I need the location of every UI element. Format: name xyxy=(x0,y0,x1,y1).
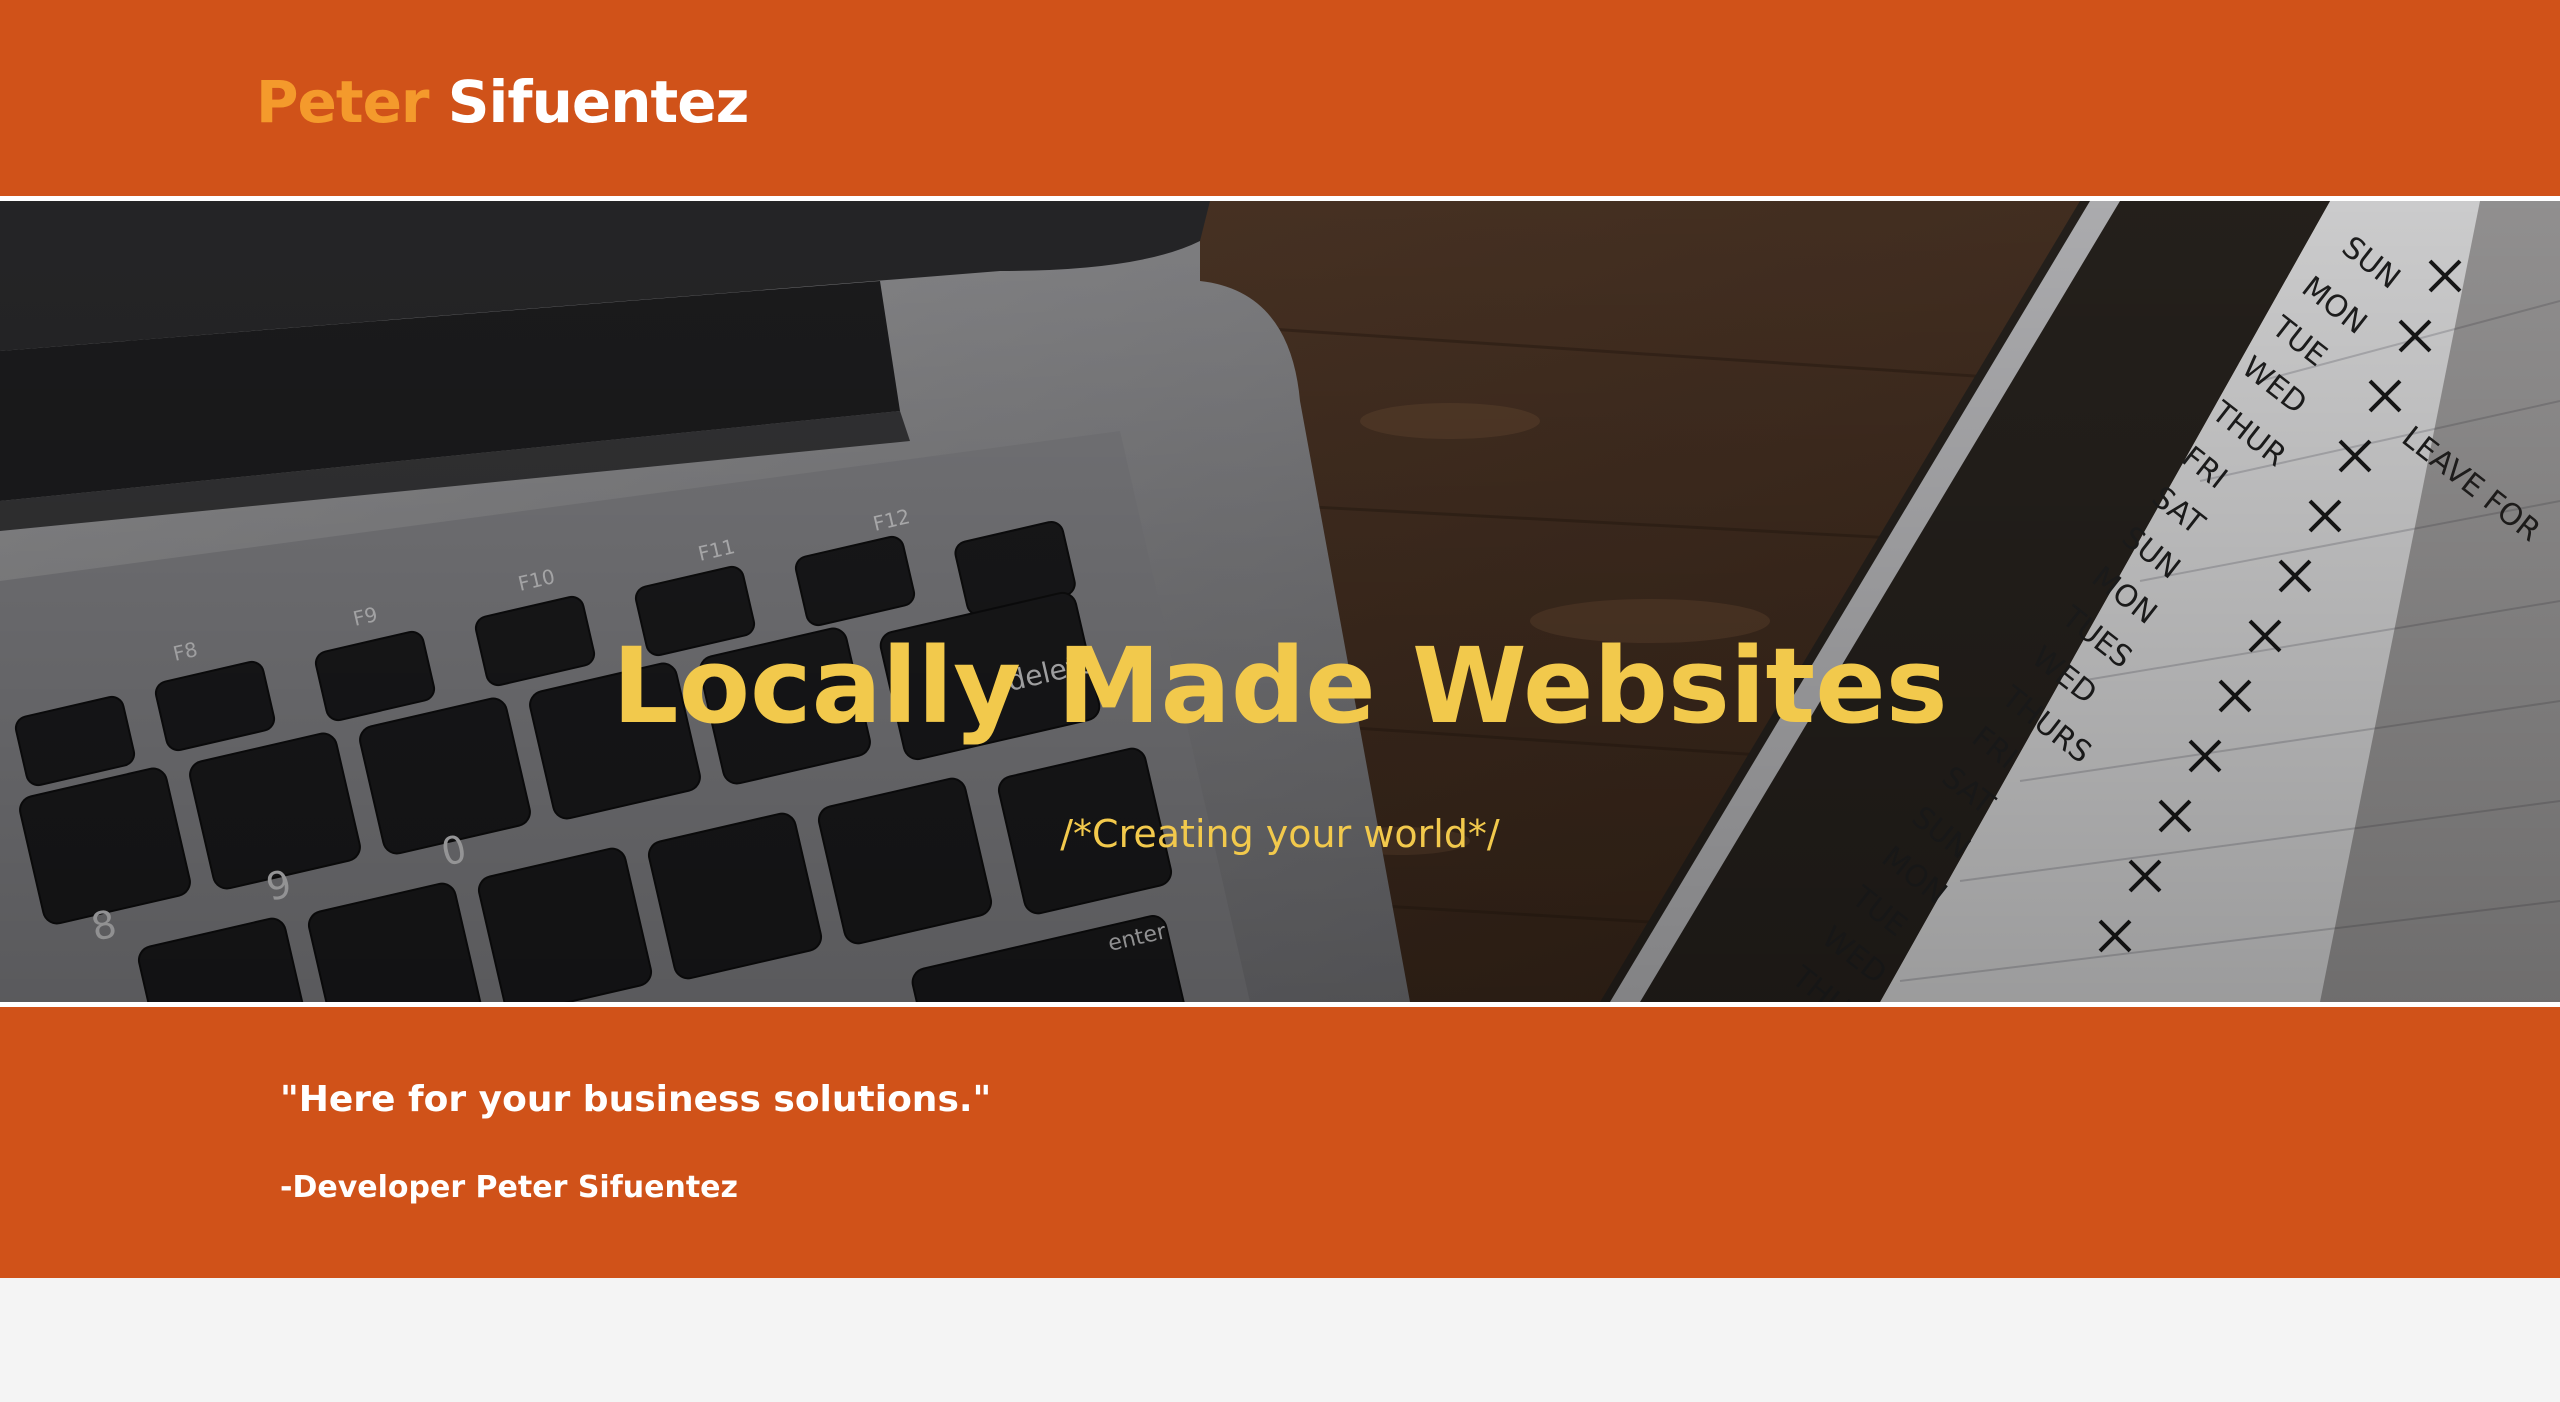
hero-subtitle: /*Creating your world*/ xyxy=(1060,812,1500,856)
quote-text: "Here for your business solutions." xyxy=(280,1079,992,1120)
site-logo[interactable]: Peter Sifuentez xyxy=(256,62,750,142)
hero-banner: delete enter F10 F11 F12 F9 F8 8 9 0 SUN… xyxy=(0,201,2560,1002)
hero-title: Locally Made Websites xyxy=(612,625,1948,747)
site-header: Peter Sifuentez xyxy=(0,0,2560,196)
quote-section: "Here for your business solutions." -Dev… xyxy=(0,1007,2560,1278)
page-footer-area xyxy=(0,1278,2560,1402)
quote-author: -Developer Peter Sifuentez xyxy=(280,1170,738,1205)
brand-last-name: Sifuentez xyxy=(447,68,750,136)
hero-background-image: delete enter F10 F11 F12 F9 F8 8 9 0 SUN… xyxy=(0,201,2560,1002)
brand-first-name: Peter xyxy=(256,68,430,136)
